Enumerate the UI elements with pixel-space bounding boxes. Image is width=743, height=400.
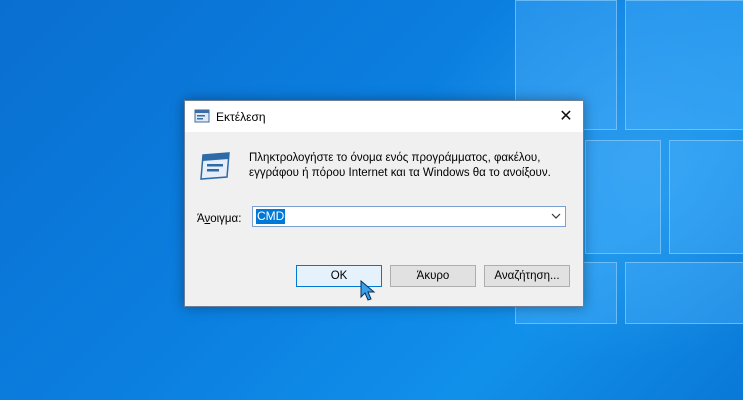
run-dialog: Εκτέλεση ✕ Πληκτρολογήστε το όνομα ενός … (184, 100, 584, 307)
chevron-down-icon[interactable] (551, 210, 561, 222)
instruction-text: Πληκτρολογήστε το όνομα ενός προγράμματο… (249, 152, 551, 179)
windows-logo-pane (585, 140, 661, 254)
windows-logo-pane (625, 0, 743, 130)
run-icon (200, 152, 230, 180)
close-button[interactable]: ✕ (549, 101, 583, 132)
button-area: OK Άκυρο Αναζήτηση... (185, 243, 583, 306)
close-icon: ✕ (559, 108, 573, 125)
open-input-value[interactable]: CMD (256, 209, 286, 224)
windows-logo-pane (669, 140, 743, 254)
open-combobox[interactable]: CMD (252, 206, 566, 227)
browse-button[interactable]: Αναζήτηση... (484, 265, 570, 287)
title-bar[interactable]: Εκτέλεση ✕ (185, 101, 583, 132)
dialog-title: Εκτέλεση (216, 110, 266, 124)
windows-logo-pane (625, 262, 743, 324)
run-icon (194, 109, 210, 123)
mouse-pointer-icon (360, 280, 376, 301)
open-label: Άνοιγμα: (197, 213, 242, 225)
cancel-button[interactable]: Άκυρο (390, 265, 476, 287)
